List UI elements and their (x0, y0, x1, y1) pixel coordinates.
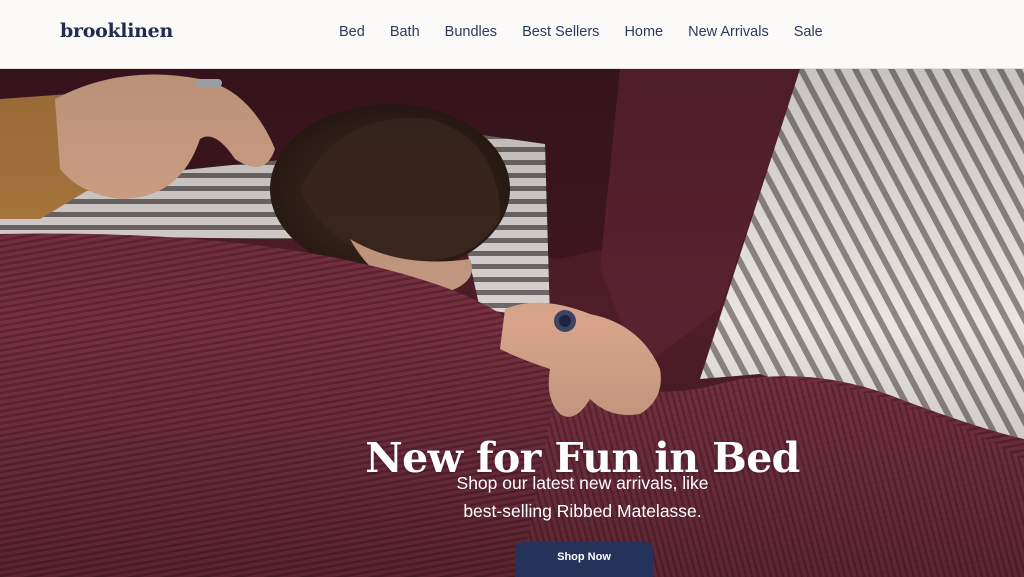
shop-now-button[interactable]: Shop Now (515, 542, 653, 577)
hero-subtitle-line-2: best-selling Ribbed Matelasse. (463, 501, 702, 521)
nav-item-home[interactable]: Home (624, 24, 663, 40)
nav-item-bath[interactable]: Bath (390, 24, 420, 40)
nav-item-new-arrivals[interactable]: New Arrivals (688, 24, 769, 40)
nav-item-bundles[interactable]: Bundles (445, 24, 497, 40)
hero-subtitle-line-1: Shop our latest new arrivals, like (456, 473, 709, 493)
nav-item-best-sellers[interactable]: Best Sellers (522, 24, 599, 40)
nav-item-bed[interactable]: Bed (339, 24, 365, 40)
hero-subtitle: Shop our latest new arrivals, like best-… (410, 469, 755, 525)
site-header: brooklinen Bed Bath Bundles Best Sellers… (0, 0, 1024, 69)
brand-logo[interactable]: brooklinen (60, 20, 173, 42)
hero-banner: New for Fun in Bed Shop our latest new a… (0, 69, 1024, 577)
main-nav: Bed Bath Bundles Best Sellers Home New A… (339, 24, 823, 40)
nav-item-sale[interactable]: Sale (794, 24, 823, 40)
